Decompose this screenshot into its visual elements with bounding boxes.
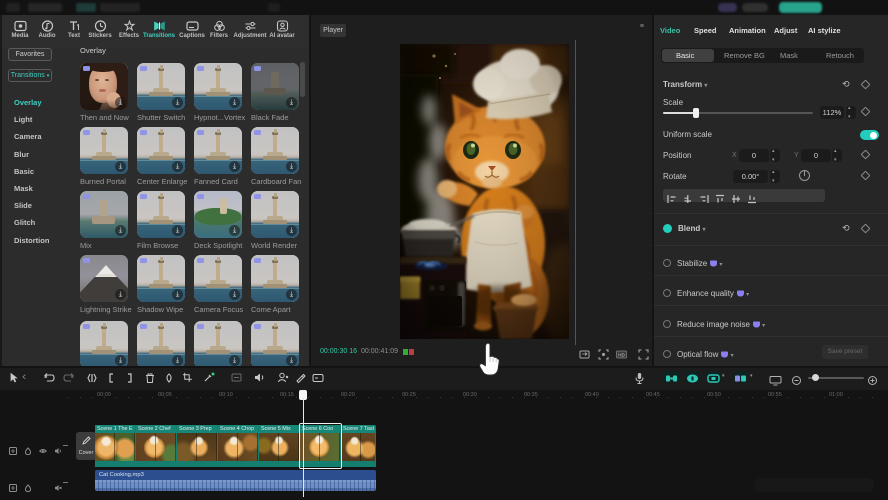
svg-text:HD: HD: [618, 353, 625, 358]
